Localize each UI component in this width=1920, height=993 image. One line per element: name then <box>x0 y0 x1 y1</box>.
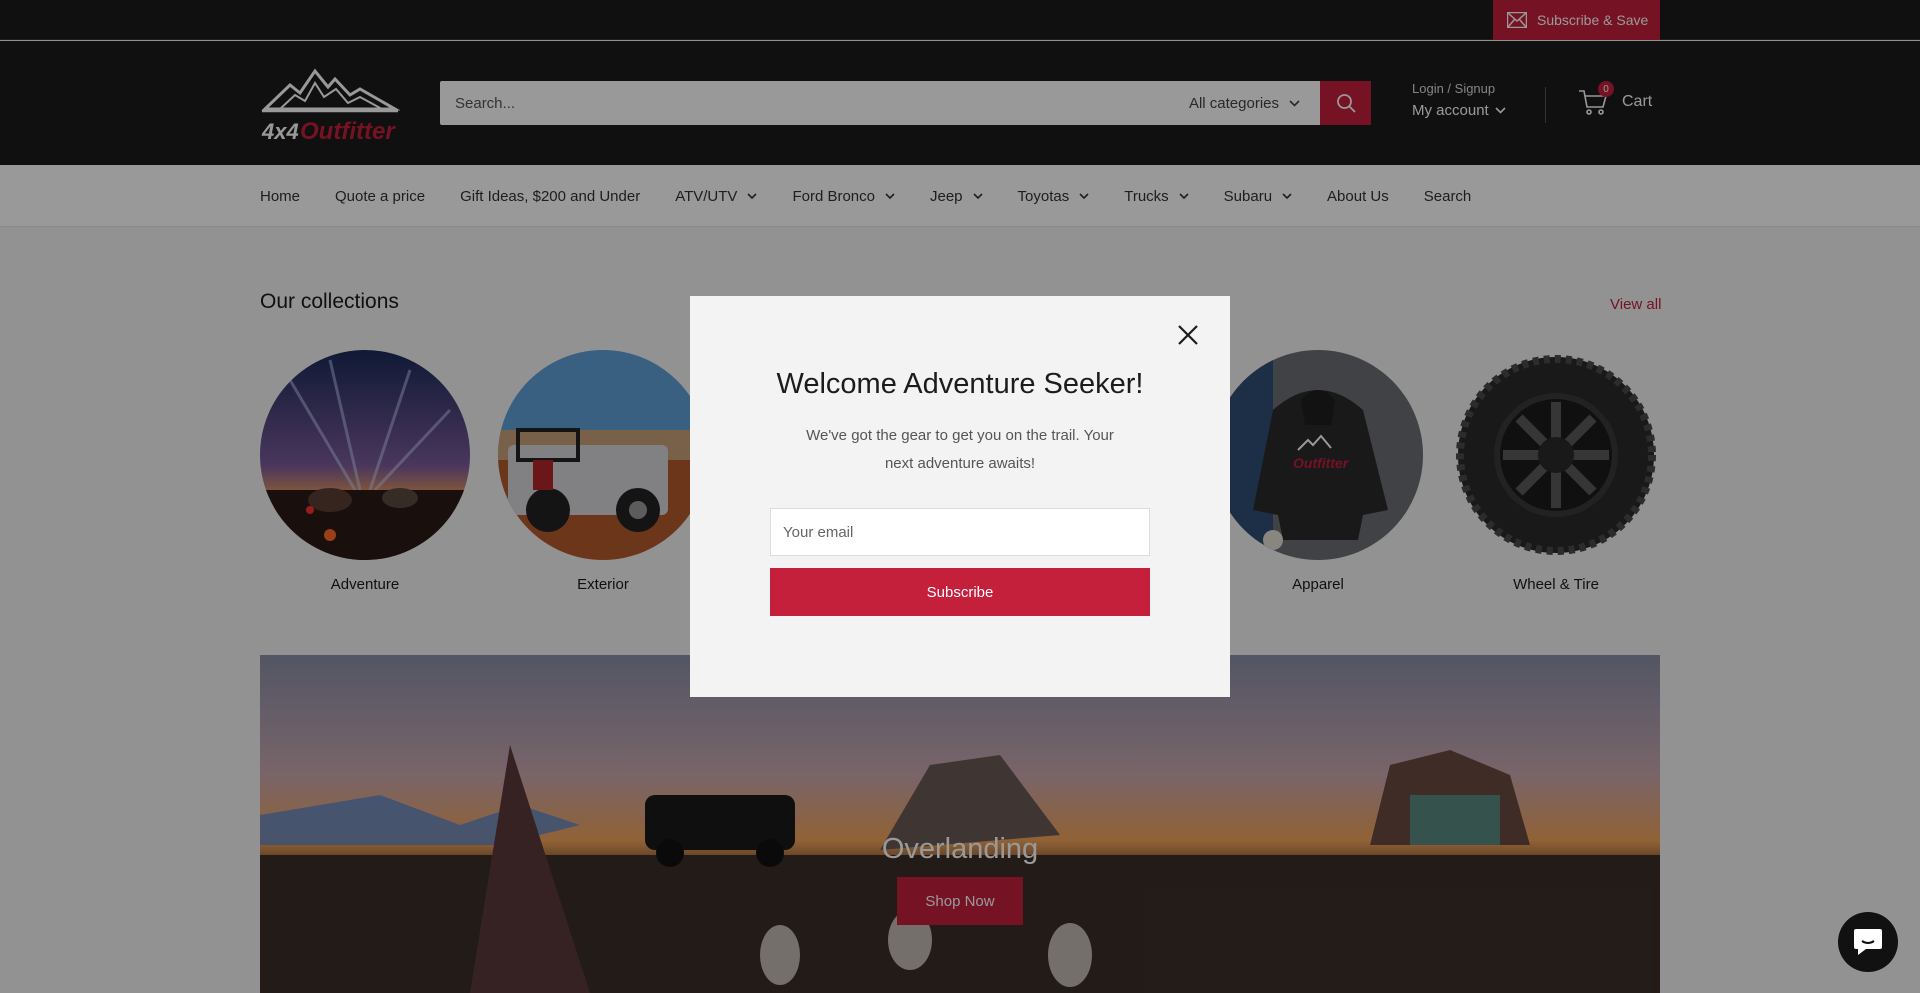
chat-icon <box>1854 929 1882 955</box>
close-icon[interactable] <box>1177 324 1199 346</box>
chat-button[interactable] <box>1838 912 1898 972</box>
modal-description: We've got the gear to get you on the tra… <box>806 427 1114 472</box>
subscribe-button[interactable]: Subscribe <box>770 568 1150 616</box>
modal-title: Welcome Adventure Seeker! <box>776 368 1144 400</box>
newsletter-modal: Welcome Adventure Seeker! We've got the … <box>690 296 1230 697</box>
email-field[interactable] <box>770 508 1150 556</box>
